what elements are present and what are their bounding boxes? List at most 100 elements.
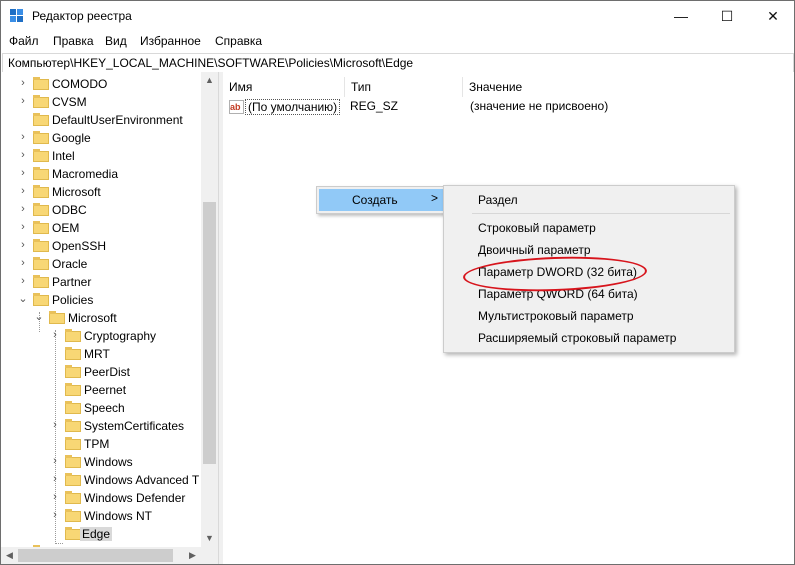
tree-item-label: DefaultUserEnvironment [52,113,183,127]
tree-vertical-scrollbar[interactable]: ▲ ▼ [201,72,218,547]
tree-item-label: Windows Advanced T [84,473,200,487]
menu-favorites[interactable]: Избранное [140,34,201,48]
tree-item-peerdist[interactable]: PeerDist [1,363,201,381]
close-button[interactable]: ✕ [750,1,794,31]
tree-item-policies[interactable]: ⌄ Policies [1,291,201,309]
scroll-down-arrow-icon[interactable]: ▼ [201,530,218,547]
tree-item-oem[interactable]: › OEM [1,219,201,237]
tree-item-label: Partner [52,275,92,289]
tree-item-defaultuserenvironment[interactable]: DefaultUserEnvironment [1,111,201,129]
tree-horizontal-scrollbar[interactable]: ◀ ▶ [1,547,218,564]
tree-item-windows-nt[interactable]: › Windows NT [1,507,201,525]
chevron-right-icon[interactable]: › [50,455,60,467]
chevron-right-icon[interactable]: › [18,167,28,179]
chevron-right-icon[interactable]: › [18,149,28,161]
tree-item-policies-microsoft[interactable]: ⌄ Microsoft [1,309,201,327]
scroll-up-arrow-icon[interactable]: ▲ [201,72,218,89]
maximize-button[interactable]: ☐ [704,1,750,31]
menu-help[interactable]: Справка [215,34,262,48]
menu-edit[interactable]: Правка [53,34,94,48]
chevron-right-icon[interactable]: › [50,491,60,503]
chevron-right-icon[interactable]: › [50,473,60,485]
menu-item-binary-value[interactable]: Двоичный параметр [478,243,591,257]
tree-item-partner[interactable]: › Partner [1,273,201,291]
value-name-cell[interactable]: (По умолчанию) [245,99,341,115]
menu-item-multistring-value[interactable]: Мультистроковый параметр [478,309,634,323]
tree-item-label: SystemCertificates [84,419,185,433]
minimize-icon: — [674,8,688,24]
tree-item-windows-defender[interactable]: › Windows Defender [1,489,201,507]
chevron-right-icon[interactable]: › [18,131,28,143]
tree-item-systemcertificates[interactable]: › SystemCertificates [1,417,201,435]
tree-item-intel[interactable]: › Intel [1,147,201,165]
folder-icon [65,437,81,450]
menu-file[interactable]: Файл [9,34,39,48]
close-icon: ✕ [767,8,779,24]
chevron-right-icon[interactable]: › [18,185,28,197]
minimize-button[interactable]: — [658,1,704,31]
tree-item-label: CVSM [52,95,87,109]
menu-item-create[interactable]: Создать > [319,189,443,211]
chevron-down-icon[interactable]: ⌄ [18,293,28,305]
scroll-thumb[interactable] [18,549,173,562]
chevron-right-icon[interactable]: › [18,239,28,251]
tree-item-windows[interactable]: › Windows [1,453,201,471]
folder-icon [33,149,49,162]
chevron-right-icon[interactable]: › [18,221,28,233]
folder-icon [65,509,81,522]
chevron-right-icon[interactable]: › [50,419,60,431]
menu-item-expandable-string-value[interactable]: Расширяемый строковый параметр [478,331,676,345]
tree-item-tpm[interactable]: TPM [1,435,201,453]
scroll-thumb[interactable] [203,202,216,464]
tree-item-label: MRT [84,347,110,361]
scroll-right-arrow-icon[interactable]: ▶ [184,547,201,564]
tree-item-microsoft[interactable]: › Microsoft [1,183,201,201]
tree-item-label: Windows [84,455,133,469]
tree-item-label: Macromedia [52,167,119,181]
tree-item-windows-advanced[interactable]: › Windows Advanced T [1,471,201,489]
folder-icon [65,401,81,414]
chevron-right-icon[interactable]: › [50,329,60,341]
registry-tree[interactable]: › COMODO › CVSM DefaultUserEnvironment ›… [1,72,218,564]
tree-item-oracle[interactable]: › Oracle [1,255,201,273]
menu-item-key[interactable]: Раздел [478,193,518,207]
tree-item-label: TPM [84,437,110,451]
value-type-cell: REG_SZ [350,99,399,113]
column-header-value[interactable]: Значение [463,77,793,97]
chevron-right-icon[interactable]: › [18,77,28,89]
tree-item-mrt[interactable]: MRT [1,345,201,363]
tree-item-cvsm[interactable]: › CVSM [1,93,201,111]
address-bar[interactable]: Компьютер\HKEY_LOCAL_MACHINE\SOFTWARE\Po… [2,53,794,73]
chevron-right-icon[interactable]: › [18,95,28,107]
tree-item-label: Speech [84,401,125,415]
maximize-icon: ☐ [720,8,734,24]
tree-item-edge[interactable]: Edge [1,525,201,543]
folder-icon [65,527,81,540]
column-header-type[interactable]: Тип [345,77,463,97]
folder-icon [33,113,49,126]
column-header-name[interactable]: Имя [223,77,345,97]
tree-item-label: Windows NT [84,509,153,523]
tree-item-macromedia[interactable]: › Macromedia [1,165,201,183]
chevron-right-icon[interactable]: › [50,509,60,521]
tree-item-openssh[interactable]: › OpenSSH [1,237,201,255]
tree-item-label: COMODO [52,77,108,91]
chevron-right-icon[interactable]: › [18,275,28,287]
tree-item-google[interactable]: › Google [1,129,201,147]
scroll-left-arrow-icon[interactable]: ◀ [1,547,18,564]
folder-icon [33,275,49,288]
tree-item-peernet[interactable]: Peernet [1,381,201,399]
tree-item-cryptography[interactable]: › Cryptography [1,327,201,345]
chevron-right-icon[interactable]: › [18,203,28,215]
menu-item-string-value[interactable]: Строковый параметр [478,221,596,235]
tree-item-label: ODBC [52,203,87,217]
chevron-right-icon[interactable]: › [18,257,28,269]
tree-item-comodo[interactable]: › COMODO [1,75,201,93]
tree-item-label: OEM [52,221,80,235]
tree-item-speech[interactable]: Speech [1,399,201,417]
tree-item-odbc[interactable]: › ODBC [1,201,201,219]
folder-open-icon [49,311,65,324]
tree-item-label: Windows Defender [84,491,186,505]
menu-view[interactable]: Вид [105,34,127,48]
chevron-down-icon[interactable]: ⌄ [34,311,44,323]
